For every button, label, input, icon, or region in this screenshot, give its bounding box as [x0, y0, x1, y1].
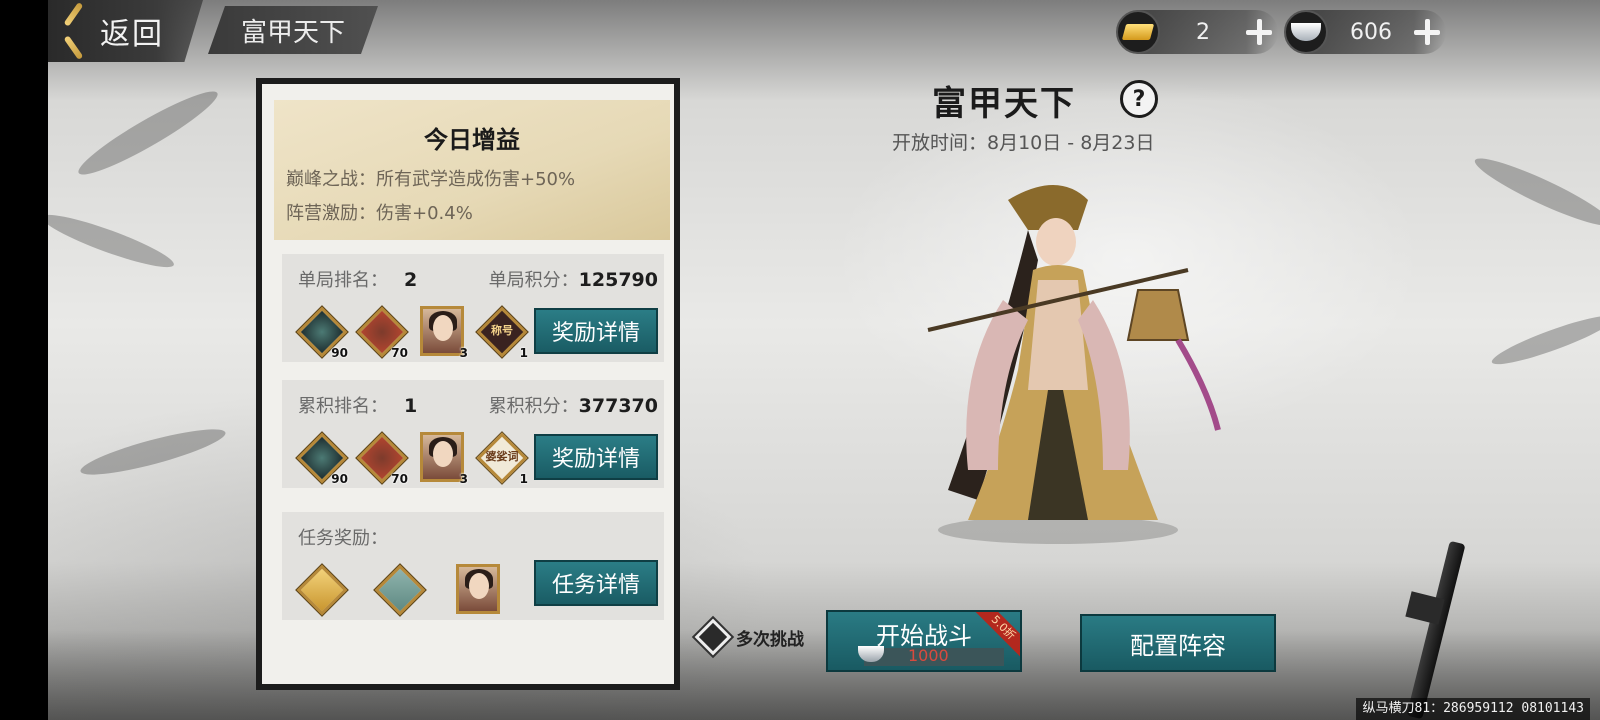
reward-panel: 今日增益 巅峰之战：所有武学造成伤害+50% 阵营激励：伤害+0.4% 单局排名…: [256, 78, 680, 690]
item-count: 3: [459, 346, 468, 360]
mouse-pet-icon[interactable]: [374, 564, 426, 616]
total-rank-value: 1: [404, 395, 418, 417]
chevron-left-icon: [64, 11, 90, 51]
configure-formation-button[interactable]: 配置阵容: [1080, 614, 1276, 672]
total-rank-label: 累积排名：: [298, 396, 388, 417]
back-label: 返回: [100, 17, 164, 52]
total-score-label: 累积积分：: [488, 396, 579, 417]
daily-buff-card: 今日增益 巅峰之战：所有武学造成伤害+50% 阵营激励：伤害+0.4%: [274, 100, 670, 240]
hero-character-illustration: [927, 185, 1221, 544]
buff-line: 阵营激励：伤害+0.4%: [286, 203, 473, 224]
total-score-value: 377370: [578, 395, 658, 417]
multi-challenge-toggle[interactable]: 多次挑战: [694, 618, 804, 656]
task-reward-box: 任务奖励： 任务详情: [282, 512, 664, 620]
total-rank-box: 累积排名： 1 累积积分： 377370 90 70 3 婆娑词 1 奖励详情: [282, 380, 664, 488]
gold-value: 2: [1196, 19, 1210, 45]
single-rank-label: 单局排名：: [298, 270, 388, 291]
title-badge-icon[interactable]: 称号 1: [476, 306, 528, 360]
armor-item-icon[interactable]: 90: [296, 432, 348, 486]
gold-currency: 2: [1116, 10, 1278, 54]
task-reward-items: [296, 564, 504, 616]
total-reward-items: 90 70 3 婆娑词 1: [296, 432, 528, 486]
pouch-item-icon[interactable]: 70: [356, 432, 408, 486]
portrait-card-icon[interactable]: 3: [416, 306, 468, 360]
add-silver-button[interactable]: [1414, 19, 1440, 45]
silver-currency: 606: [1284, 10, 1446, 54]
item-count: 90: [331, 346, 348, 360]
start-cost: 1000: [908, 646, 949, 665]
title-badge-icon[interactable]: 婆娑词 1: [476, 432, 528, 486]
buff-line: 巅峰之战：所有武学造成伤害+50%: [286, 169, 576, 190]
page-title: 富甲天下: [240, 17, 345, 48]
scroll-item-icon[interactable]: [296, 564, 348, 616]
title-glyph: 称号: [491, 324, 513, 337]
single-rank-value: 2: [404, 269, 418, 291]
event-title: 富甲天下: [932, 84, 1076, 124]
buff-title: 今日增益: [424, 126, 520, 154]
gold-bar-icon: [1121, 24, 1155, 40]
portrait-card-icon[interactable]: 3: [416, 432, 468, 486]
page-title-tab: 富甲天下: [208, 6, 378, 54]
single-score-value: 125790: [578, 269, 658, 291]
help-icon[interactable]: ?: [1120, 80, 1158, 118]
multi-challenge-label: 多次挑战: [736, 629, 804, 650]
item-count: 90: [331, 472, 348, 486]
single-reward-items: 90 70 3 称号 1: [296, 306, 528, 360]
pouch-item-icon[interactable]: 70: [356, 306, 408, 360]
start-battle-button[interactable]: 开始战斗 1000 5.0折: [826, 610, 1022, 672]
item-count: 1: [519, 472, 528, 486]
watermark: 纵马横刀81：286959112 08101143: [1356, 698, 1590, 720]
task-detail-button[interactable]: 任务详情: [534, 560, 658, 606]
silver-ingot-icon: [1291, 23, 1321, 41]
task-reward-label: 任务奖励：: [298, 528, 388, 549]
single-reward-detail-button[interactable]: 奖励详情: [534, 308, 658, 354]
game-background: 返回 富甲天下 2 606 今日增益 巅峰之战：所有武学造成伤害+50% 阵营激…: [48, 0, 1600, 720]
silver-value: 606: [1350, 19, 1392, 45]
title-glyph: 婆娑词: [485, 450, 519, 463]
add-gold-button[interactable]: [1246, 19, 1272, 45]
single-rank-box: 单局排名： 2 单局积分： 125790 90 70 3 称号 1 奖励详情: [282, 254, 664, 362]
armor-item-icon[interactable]: 90: [296, 306, 348, 360]
item-count: 70: [391, 472, 408, 486]
checkbox-icon[interactable]: [694, 618, 732, 656]
item-count: 1: [519, 346, 528, 360]
total-reward-detail-button[interactable]: 奖励详情: [534, 434, 658, 480]
item-count: 70: [391, 346, 408, 360]
single-score-label: 单局积分：: [488, 270, 579, 291]
item-count: 3: [459, 472, 468, 486]
event-open-time: 开放时间：8月10日 - 8月23日: [892, 132, 1155, 154]
back-button[interactable]: 返回: [48, 0, 203, 62]
portrait-card-icon[interactable]: [452, 564, 504, 616]
